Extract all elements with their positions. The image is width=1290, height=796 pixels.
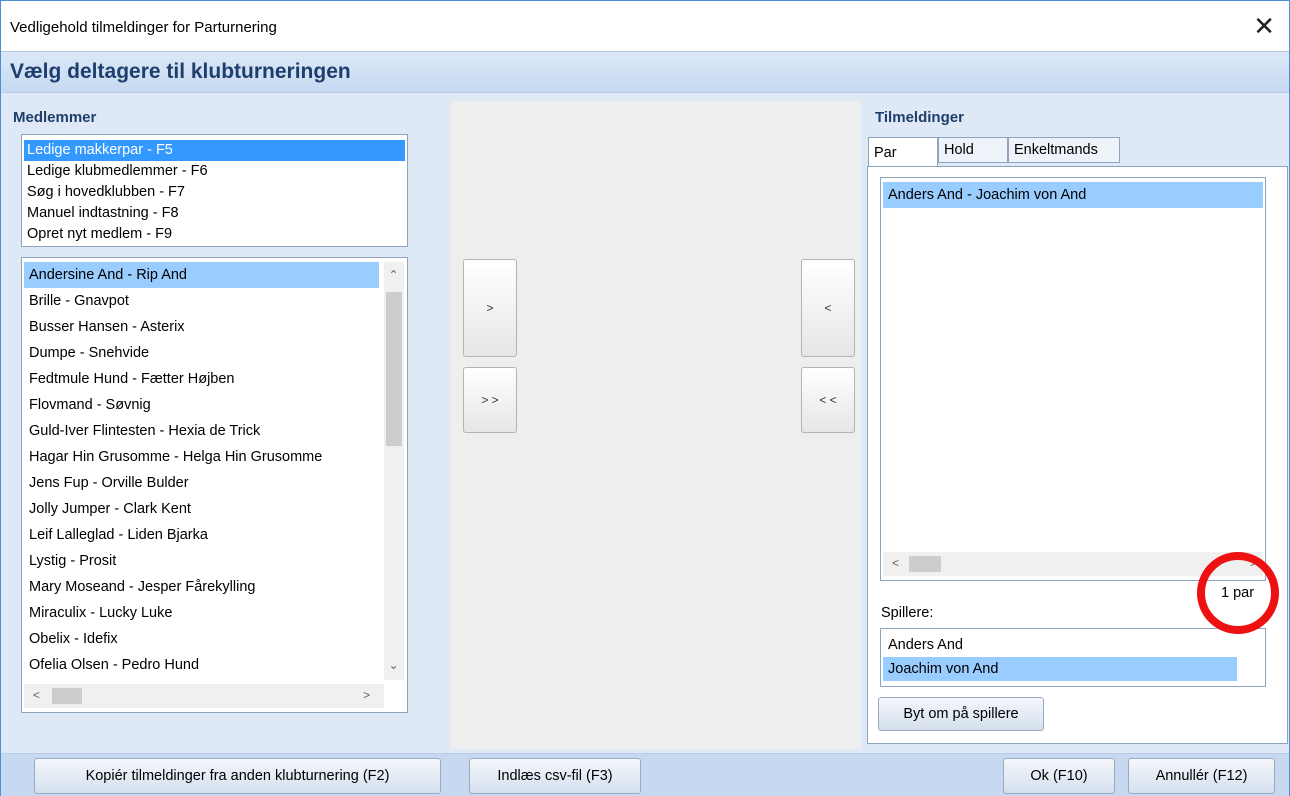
dialog-header: Vælg deltagere til klubturneringen <box>1 51 1289 93</box>
list-item[interactable]: Obelix - Idefix <box>24 626 118 652</box>
scroll-down-icon[interactable]: ⌄ <box>385 658 402 672</box>
source-list[interactable]: Ledige makkerpar - F5 Ledige klubmedlemm… <box>21 134 408 247</box>
transfer-panel: > > > < < < <box>450 101 861 749</box>
source-option[interactable]: Søg i hovedklubben - F7 <box>24 182 185 203</box>
vertical-scrollbar[interactable]: ⌃ ⌄ <box>384 262 404 680</box>
members-pair-list[interactable]: Andersine And - Rip And Brille - Gnavpot… <box>21 257 408 713</box>
tab-par[interactable]: Par <box>868 137 938 167</box>
list-item[interactable]: Busser Hansen - Asterix <box>24 314 185 340</box>
list-item[interactable]: Anders And - Joachim von And <box>883 182 1263 208</box>
horizontal-scrollbar[interactable]: < > <box>24 684 384 708</box>
remove-all-button[interactable]: < < <box>801 367 855 433</box>
ok-button[interactable]: Ok (F10) <box>1003 758 1115 794</box>
source-option[interactable]: Manuel indtastning - F8 <box>24 203 179 224</box>
add-one-button[interactable]: > <box>463 259 517 357</box>
list-item[interactable]: Hagar Hin Grusomme - Helga Hin Grusomme <box>24 444 322 470</box>
annotation-circle <box>1197 552 1279 634</box>
cancel-button[interactable]: Annullér (F12) <box>1128 758 1275 794</box>
scroll-right-icon[interactable]: > <box>358 688 375 702</box>
list-item[interactable]: Guld-Iver Flintesten - Hexia de Trick <box>24 418 260 444</box>
list-item[interactable]: Brille - Gnavpot <box>24 288 129 314</box>
tab-enkeltmands[interactable]: Enkeltmands <box>1008 137 1120 163</box>
list-item[interactable]: Flovmand - Søvnig <box>24 392 151 418</box>
copy-registrations-button[interactable]: Kopiér tilmeldinger fra anden klubturner… <box>34 758 441 794</box>
close-icon[interactable]: ✕ <box>1253 11 1275 41</box>
list-item[interactable]: Joachim von And <box>883 657 1237 681</box>
scrollbar-thumb[interactable] <box>909 556 941 572</box>
add-all-button[interactable]: > > <box>463 367 517 433</box>
list-item[interactable]: Jolly Jumper - Clark Kent <box>24 496 191 522</box>
source-option[interactable]: Ledige klubmedlemmer - F6 <box>24 161 208 182</box>
footer-bar: Kopiér tilmeldinger fra anden klubturner… <box>1 753 1289 796</box>
list-item[interactable]: Leif Lalleglad - Liden Bjarka <box>24 522 208 548</box>
scrollbar-thumb[interactable] <box>386 292 402 446</box>
list-item[interactable]: Lystig - Prosit <box>24 548 116 574</box>
scroll-up-icon[interactable]: ⌃ <box>385 268 402 282</box>
scroll-left-icon[interactable]: < <box>28 688 45 702</box>
players-label: Spillere: <box>881 605 934 621</box>
window-title: Vedligehold tilmeldinger for Parturnerin… <box>10 19 277 36</box>
remove-one-button[interactable]: < <box>801 259 855 357</box>
list-item[interactable]: Miraculix - Lucky Luke <box>24 600 172 626</box>
list-item[interactable]: Andersine And - Rip And <box>24 262 379 288</box>
players-list[interactable]: Anders And Joachim von And <box>880 628 1266 687</box>
tab-panel-par: Anders And - Joachim von And < > 1 par S… <box>867 166 1288 744</box>
dialog-window: Vedligehold tilmeldinger for Parturnerin… <box>0 0 1290 796</box>
scroll-left-icon[interactable]: < <box>887 556 904 570</box>
members-label: Medlemmer <box>13 109 97 126</box>
title-bar: Vedligehold tilmeldinger for Parturnerin… <box>1 1 1289 51</box>
source-option[interactable]: Ledige makkerpar - F5 <box>24 140 405 161</box>
source-option[interactable]: Opret nyt medlem - F9 <box>24 224 172 245</box>
list-item[interactable]: Mary Moseand - Jesper Fårekylling <box>24 574 255 600</box>
registered-pairs-list[interactable]: Anders And - Joachim von And < > <box>880 177 1266 581</box>
scrollbar-thumb[interactable] <box>52 688 82 704</box>
list-item[interactable]: Ofelia Olsen - Pedro Hund <box>24 652 199 678</box>
list-item[interactable]: Jens Fup - Orville Bulder <box>24 470 189 496</box>
swap-players-button[interactable]: Byt om på spillere <box>878 697 1044 731</box>
list-item[interactable]: Fedtmule Hund - Fætter Højben <box>24 366 235 392</box>
tab-hold[interactable]: Hold <box>938 137 1008 163</box>
import-csv-button[interactable]: Indlæs csv-fil (F3) <box>469 758 641 794</box>
registrations-label: Tilmeldinger <box>875 109 964 126</box>
list-item[interactable]: Dumpe - Snehvide <box>24 340 149 366</box>
dialog-heading: Vælg deltagere til klubturneringen <box>10 60 351 83</box>
list-item[interactable]: Anders And <box>883 633 963 657</box>
